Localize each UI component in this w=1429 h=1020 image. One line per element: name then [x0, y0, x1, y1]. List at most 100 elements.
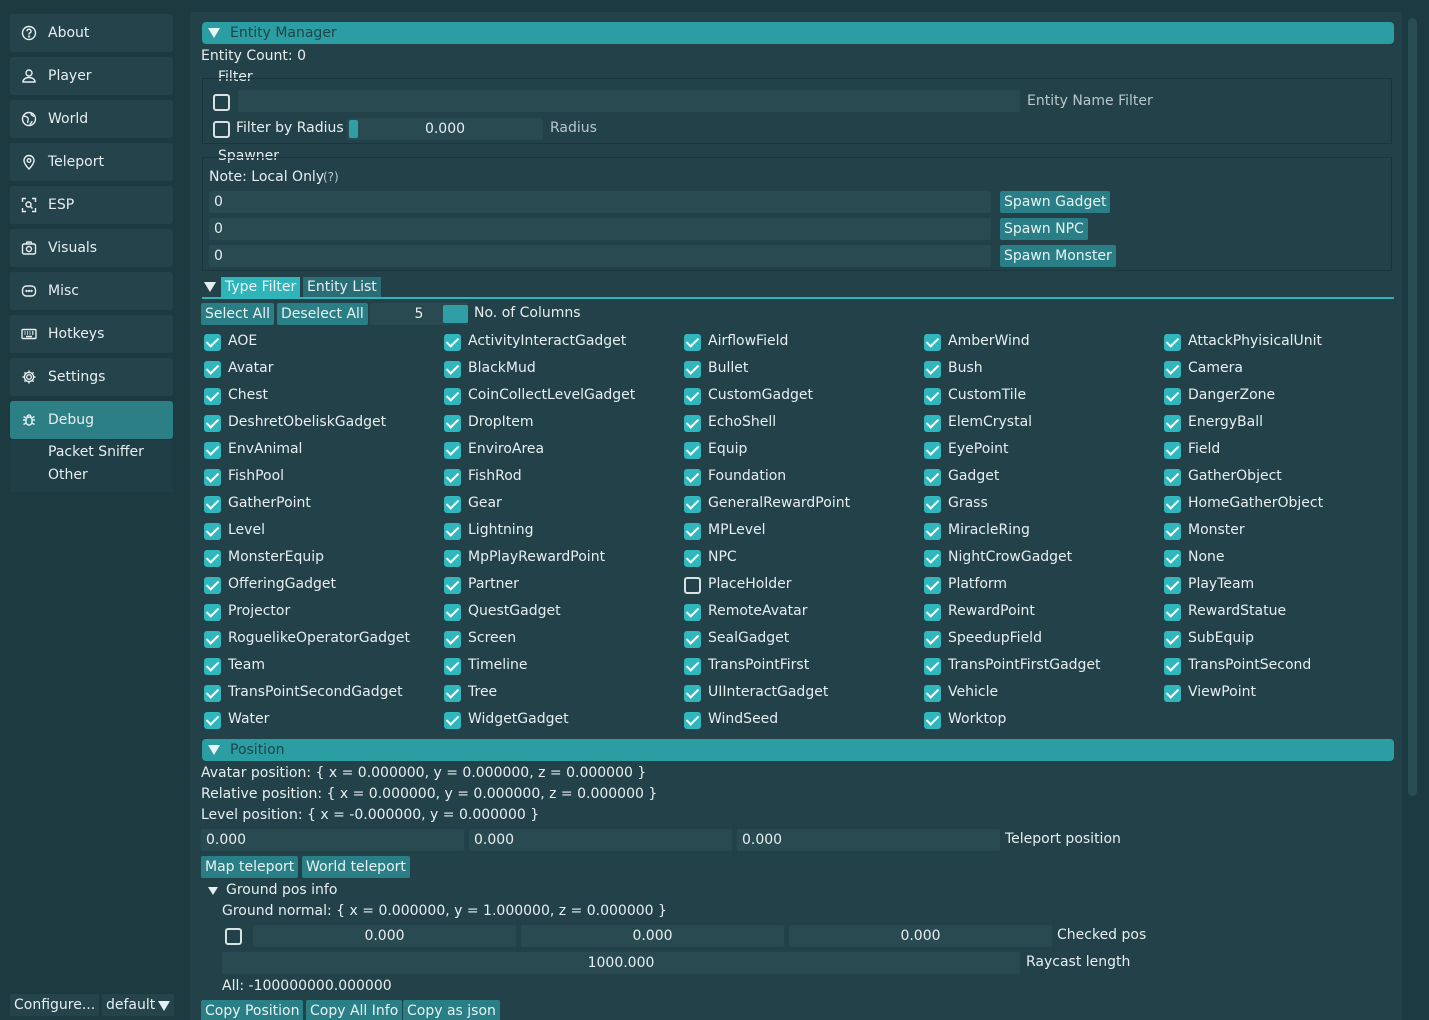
- type-checkbox[interactable]: [204, 631, 221, 648]
- subnav-item-other[interactable]: Other: [48, 467, 88, 483]
- type-checkbox[interactable]: [1164, 604, 1181, 621]
- type-checkbox[interactable]: [444, 658, 461, 675]
- type-checkbox[interactable]: [684, 550, 701, 567]
- type-checkbox[interactable]: [684, 685, 701, 702]
- type-checkbox[interactable]: [684, 604, 701, 621]
- type-checkbox[interactable]: [924, 631, 941, 648]
- copy-position-button[interactable]: Copy Position: [201, 1000, 304, 1020]
- tabbar-collapse-icon[interactable]: [204, 282, 216, 292]
- type-checkbox[interactable]: [204, 334, 221, 351]
- type-checkbox[interactable]: [204, 496, 221, 513]
- entity-name-filter-input[interactable]: [238, 90, 1020, 112]
- gadget-id-input[interactable]: 0: [209, 191, 991, 213]
- entity-manager-header[interactable]: Entity Manager: [202, 22, 1394, 44]
- type-checkbox[interactable]: [204, 658, 221, 675]
- sidebar-item-hotkeys[interactable]: Hotkeys: [10, 315, 173, 353]
- tab-type-filter[interactable]: Type Filter: [221, 277, 301, 297]
- type-checkbox[interactable]: [924, 388, 941, 405]
- type-checkbox[interactable]: [924, 442, 941, 459]
- type-checkbox[interactable]: [204, 469, 221, 486]
- type-checkbox[interactable]: [444, 388, 461, 405]
- sidebar-item-settings[interactable]: Settings: [10, 358, 173, 396]
- teleport-z-input[interactable]: 0.000: [737, 829, 1000, 851]
- type-checkbox[interactable]: [1164, 469, 1181, 486]
- type-checkbox[interactable]: [684, 658, 701, 675]
- type-checkbox[interactable]: [924, 361, 941, 378]
- type-checkbox[interactable]: [444, 415, 461, 432]
- radius-slider-grab[interactable]: [349, 120, 358, 138]
- select-all-button[interactable]: Select All: [201, 303, 274, 325]
- position-header[interactable]: Position: [202, 739, 1394, 761]
- type-checkbox[interactable]: [204, 685, 221, 702]
- type-checkbox[interactable]: [684, 523, 701, 540]
- type-checkbox[interactable]: [684, 334, 701, 351]
- type-checkbox[interactable]: [444, 604, 461, 621]
- checked-z-input[interactable]: 0.000: [789, 925, 1052, 947]
- type-checkbox[interactable]: [1164, 442, 1181, 459]
- type-checkbox[interactable]: [924, 469, 941, 486]
- help-marker[interactable]: (?): [323, 170, 339, 184]
- npc-id-input[interactable]: 0: [209, 218, 991, 240]
- type-checkbox[interactable]: [684, 442, 701, 459]
- type-checkbox[interactable]: [204, 361, 221, 378]
- type-checkbox[interactable]: [444, 361, 461, 378]
- checked-y-input[interactable]: 0.000: [521, 925, 784, 947]
- ground-info-collapse-icon[interactable]: [208, 887, 218, 895]
- radius-slider[interactable]: 0.000: [347, 118, 543, 140]
- spawn-npc-button[interactable]: Spawn NPC: [1000, 218, 1088, 240]
- map-teleport-button[interactable]: Map teleport: [201, 856, 299, 878]
- type-checkbox[interactable]: [924, 415, 941, 432]
- tab-entity-list[interactable]: Entity List: [303, 277, 381, 297]
- type-checkbox[interactable]: [684, 361, 701, 378]
- type-checkbox[interactable]: [1164, 523, 1181, 540]
- teleport-x-input[interactable]: 0.000: [201, 829, 464, 851]
- type-checkbox[interactable]: [204, 388, 221, 405]
- type-checkbox[interactable]: [1164, 577, 1181, 594]
- type-checkbox[interactable]: [684, 577, 701, 594]
- type-checkbox[interactable]: [924, 523, 941, 540]
- type-checkbox[interactable]: [444, 577, 461, 594]
- type-checkbox[interactable]: [1164, 631, 1181, 648]
- type-checkbox[interactable]: [444, 685, 461, 702]
- sidebar-item-debug[interactable]: Debug: [10, 401, 173, 439]
- type-checkbox[interactable]: [444, 631, 461, 648]
- type-checkbox[interactable]: [204, 604, 221, 621]
- columns-slider-grab[interactable]: [443, 305, 468, 323]
- monster-id-input[interactable]: 0: [209, 245, 991, 267]
- type-checkbox[interactable]: [924, 685, 941, 702]
- copy-as-json-button[interactable]: Copy as json: [403, 1000, 500, 1020]
- type-checkbox[interactable]: [1164, 685, 1181, 702]
- type-checkbox[interactable]: [924, 712, 941, 729]
- type-checkbox[interactable]: [1164, 415, 1181, 432]
- scrollbar-thumb[interactable]: [1408, 18, 1417, 796]
- deselect-all-button[interactable]: Deselect All: [277, 303, 368, 325]
- type-checkbox[interactable]: [684, 496, 701, 513]
- type-checkbox[interactable]: [444, 523, 461, 540]
- type-checkbox[interactable]: [1164, 334, 1181, 351]
- type-checkbox[interactable]: [204, 712, 221, 729]
- type-checkbox[interactable]: [444, 334, 461, 351]
- sidebar-item-misc[interactable]: Misc: [10, 272, 173, 310]
- type-checkbox[interactable]: [684, 712, 701, 729]
- type-checkbox[interactable]: [924, 496, 941, 513]
- type-checkbox[interactable]: [684, 469, 701, 486]
- type-checkbox[interactable]: [204, 442, 221, 459]
- type-checkbox[interactable]: [1164, 550, 1181, 567]
- name-filter-checkbox[interactable]: [213, 94, 230, 111]
- raycast-length-slider[interactable]: 1000.000: [222, 952, 1020, 974]
- filter-by-radius-checkbox[interactable]: [213, 121, 230, 138]
- checked-pos-checkbox[interactable]: [225, 928, 242, 945]
- type-checkbox[interactable]: [1164, 496, 1181, 513]
- type-checkbox[interactable]: [204, 577, 221, 594]
- sidebar-item-about[interactable]: About: [10, 14, 173, 52]
- type-checkbox[interactable]: [1164, 388, 1181, 405]
- ground-pos-info-title[interactable]: Ground pos info: [226, 882, 337, 898]
- subnav-item-packet-sniffer[interactable]: Packet Sniffer: [48, 444, 144, 460]
- type-checkbox[interactable]: [924, 577, 941, 594]
- spawn-monster-button[interactable]: Spawn Monster: [1000, 245, 1116, 267]
- sidebar-item-world[interactable]: World: [10, 100, 173, 138]
- sidebar-item-esp[interactable]: ESP: [10, 186, 173, 224]
- type-checkbox[interactable]: [444, 550, 461, 567]
- spawn-gadget-button[interactable]: Spawn Gadget: [1000, 191, 1111, 213]
- checked-x-input[interactable]: 0.000: [253, 925, 516, 947]
